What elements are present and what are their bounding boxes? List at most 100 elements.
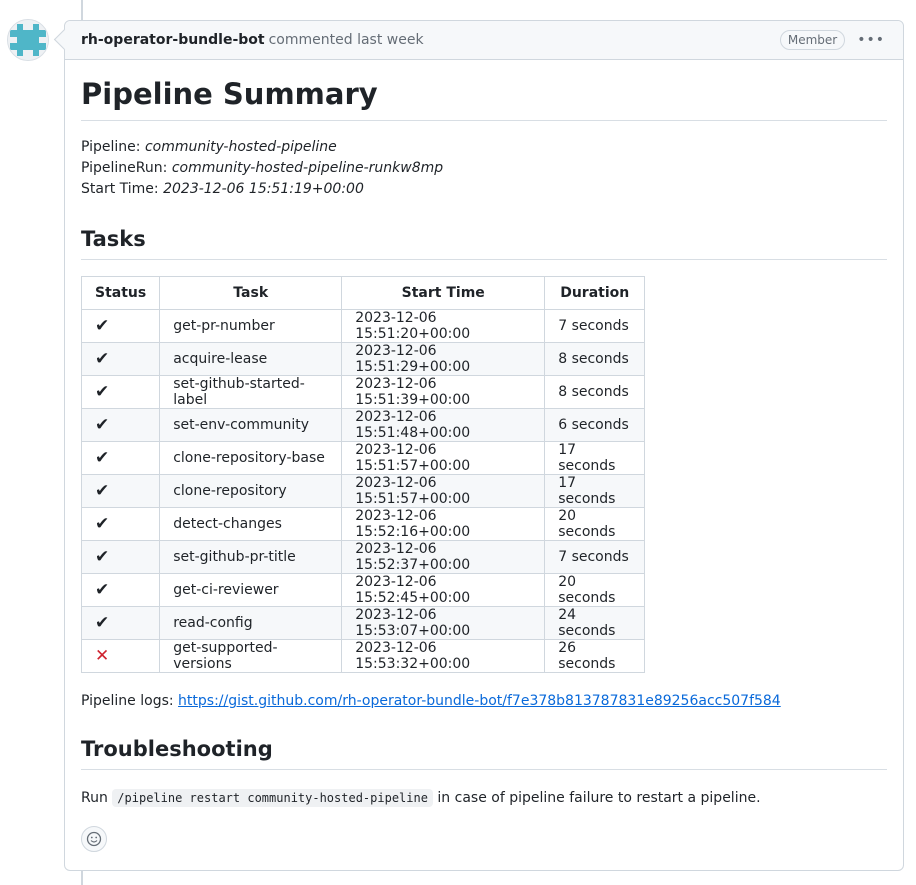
duration-cell: 17 seconds bbox=[544, 441, 646, 475]
start-time-cell: 2023-12-06 15:51:29+00:00 bbox=[341, 342, 546, 376]
status-cell: ✔ bbox=[80, 573, 161, 607]
logs-label: Pipeline logs: bbox=[81, 693, 179, 709]
task-cell: get-supported-versions bbox=[159, 639, 343, 673]
duration-cell: 8 seconds bbox=[544, 342, 646, 376]
table-row: ✔ detect-changes 2023-12-06 15:52:16+00:00… bbox=[80, 507, 646, 541]
start-time-cell: 2023-12-06 15:51:20+00:00 bbox=[341, 309, 546, 343]
smiley-icon bbox=[86, 831, 102, 847]
pipeline-logs: Pipeline logs: https://gist.github.com/r… bbox=[81, 691, 887, 711]
duration-cell: 17 seconds bbox=[544, 474, 646, 508]
status-cell: ✔ bbox=[80, 507, 161, 541]
task-cell: get-ci-reviewer bbox=[159, 573, 343, 607]
duration-cell: 7 seconds bbox=[544, 540, 646, 574]
success-check-icon: ✔ bbox=[95, 448, 110, 468]
avatar[interactable] bbox=[7, 19, 49, 61]
table-row: ✕ get-supported-versions 2023-12-06 15:53:… bbox=[80, 639, 646, 673]
status-cell: ✔ bbox=[80, 606, 161, 640]
task-rows: ✔ get-pr-number 2023-12-06 15:51:20+00:00 7… bbox=[80, 309, 646, 673]
status-cell: ✕ bbox=[80, 639, 161, 673]
status-cell: ✔ bbox=[80, 408, 161, 442]
identicon-avatar-icon bbox=[8, 20, 48, 60]
task-cell: set-github-started-label bbox=[159, 375, 343, 409]
duration-cell: 24 seconds bbox=[544, 606, 646, 640]
restart-command: /pipeline restart community-hosted-pipel… bbox=[112, 789, 433, 807]
task-cell: get-pr-number bbox=[159, 309, 343, 343]
comment-header: rh-operator-bundle-bot commented last we… bbox=[65, 21, 903, 60]
start-time-cell: 2023-12-06 15:52:16+00:00 bbox=[341, 507, 546, 541]
pipelinerun-label: PipelineRun: bbox=[81, 160, 172, 176]
status-cell: ✔ bbox=[80, 474, 161, 508]
member-badge: Member bbox=[779, 30, 846, 50]
task-cell: acquire-lease bbox=[159, 342, 343, 376]
success-check-icon: ✔ bbox=[95, 382, 110, 402]
task-cell: clone-repository bbox=[159, 474, 343, 508]
add-reaction-button[interactable] bbox=[81, 826, 107, 852]
start-time-cell: 2023-12-06 15:52:37+00:00 bbox=[341, 540, 546, 574]
success-check-icon: ✔ bbox=[95, 547, 110, 567]
table-row: ✔ set-env-community 2023-12-06 15:51:48+00… bbox=[80, 408, 646, 442]
duration-cell: 7 seconds bbox=[544, 309, 646, 343]
start-time-cell: 2023-12-06 15:53:32+00:00 bbox=[341, 639, 546, 673]
table-row: ✔ clone-repository 2023-12-06 15:51:57+00:… bbox=[80, 474, 646, 508]
column-header-task: Task bbox=[159, 276, 343, 310]
run-suffix: in case of pipeline failure to restart a… bbox=[432, 790, 761, 806]
success-check-icon: ✔ bbox=[95, 514, 110, 534]
page-title: Pipeline Summary bbox=[81, 60, 887, 121]
pipelinerun-value: community-hosted-pipeline-runkw8mp bbox=[171, 160, 444, 176]
task-cell: set-github-pr-title bbox=[159, 540, 343, 574]
task-cell: read-config bbox=[159, 606, 343, 640]
duration-cell: 26 seconds bbox=[544, 639, 646, 673]
table-row: ✔ set-github-pr-title 2023-12-06 15:52:37+… bbox=[80, 540, 646, 574]
tasks-heading: Tasks bbox=[81, 225, 887, 260]
table-header-row: Status Task Start Time Duration bbox=[80, 276, 646, 310]
duration-cell: 8 seconds bbox=[544, 375, 646, 409]
pipelinerun-line: PipelineRun: community-hosted-pipeline-r… bbox=[81, 158, 887, 179]
column-header-duration: Duration bbox=[544, 276, 646, 310]
duration-cell: 6 seconds bbox=[544, 408, 646, 442]
task-cell: detect-changes bbox=[159, 507, 343, 541]
start-time-line: Start Time: 2023-12-06 15:51:19+00:00 bbox=[81, 179, 887, 200]
troubleshooting-heading: Troubleshooting bbox=[81, 735, 887, 770]
start-time-cell: 2023-12-06 15:52:45+00:00 bbox=[341, 573, 546, 607]
table-row: ✔ acquire-lease 2023-12-06 15:51:29+00:00 8… bbox=[80, 342, 646, 376]
success-check-icon: ✔ bbox=[95, 613, 110, 633]
status-cell: ✔ bbox=[80, 441, 161, 475]
success-check-icon: ✔ bbox=[95, 481, 110, 501]
duration-cell: 20 seconds bbox=[544, 507, 646, 541]
duration-cell: 20 seconds bbox=[544, 573, 646, 607]
status-cell: ✔ bbox=[80, 309, 161, 343]
success-check-icon: ✔ bbox=[95, 580, 110, 600]
pipeline-meta: Pipeline: community-hosted-pipeline Pipe… bbox=[81, 137, 887, 200]
task-cell: set-env-community bbox=[159, 408, 343, 442]
logs-link[interactable]: https://gist.github.com/rh-operator-bund… bbox=[178, 693, 781, 709]
status-cell: ✔ bbox=[80, 375, 161, 409]
success-check-icon: ✔ bbox=[95, 316, 110, 336]
status-cell: ✔ bbox=[80, 540, 161, 574]
column-header-start-time: Start Time bbox=[341, 276, 546, 310]
start-time-value: 2023-12-06 15:51:19+00:00 bbox=[163, 181, 364, 197]
comment-card: rh-operator-bundle-bot commented last we… bbox=[64, 20, 904, 871]
success-check-icon: ✔ bbox=[95, 349, 110, 369]
table-row: ✔ set-github-started-label 2023-12-06 15:5… bbox=[80, 375, 646, 409]
start-time-cell: 2023-12-06 15:53:07+00:00 bbox=[341, 606, 546, 640]
comment-timestamp[interactable]: commented last week bbox=[269, 32, 424, 48]
start-time-cell: 2023-12-06 15:51:57+00:00 bbox=[341, 441, 546, 475]
table-row: ✔ clone-repository-base 2023-12-06 15:51:5… bbox=[80, 441, 646, 475]
task-cell: clone-repository-base bbox=[159, 441, 343, 475]
start-time-label: Start Time: bbox=[81, 181, 164, 197]
comment-body: Pipeline Summary Pipeline: community-hos… bbox=[65, 60, 903, 852]
start-time-cell: 2023-12-06 15:51:48+00:00 bbox=[341, 408, 546, 442]
start-time-cell: 2023-12-06 15:51:57+00:00 bbox=[341, 474, 546, 508]
table-row: ✔ get-ci-reviewer 2023-12-06 15:52:45+00:0… bbox=[80, 573, 646, 607]
author-link[interactable]: rh-operator-bundle-bot bbox=[81, 32, 265, 48]
start-time-cell: 2023-12-06 15:51:39+00:00 bbox=[341, 375, 546, 409]
table-row: ✔ read-config 2023-12-06 15:53:07+00:00 24 … bbox=[80, 606, 646, 640]
more-options-icon[interactable]: ••• bbox=[857, 32, 885, 48]
run-prefix: Run bbox=[81, 790, 113, 806]
troubleshooting-text: Run /pipeline restart community-hosted-p… bbox=[81, 788, 887, 808]
pipeline-value: community-hosted-pipeline bbox=[144, 139, 337, 155]
tasks-table: Status Task Start Time Duration ✔ get-pr-… bbox=[80, 276, 646, 673]
failure-x-icon: ✕ bbox=[95, 646, 110, 666]
success-check-icon: ✔ bbox=[95, 415, 110, 435]
column-header-status: Status bbox=[80, 276, 161, 310]
